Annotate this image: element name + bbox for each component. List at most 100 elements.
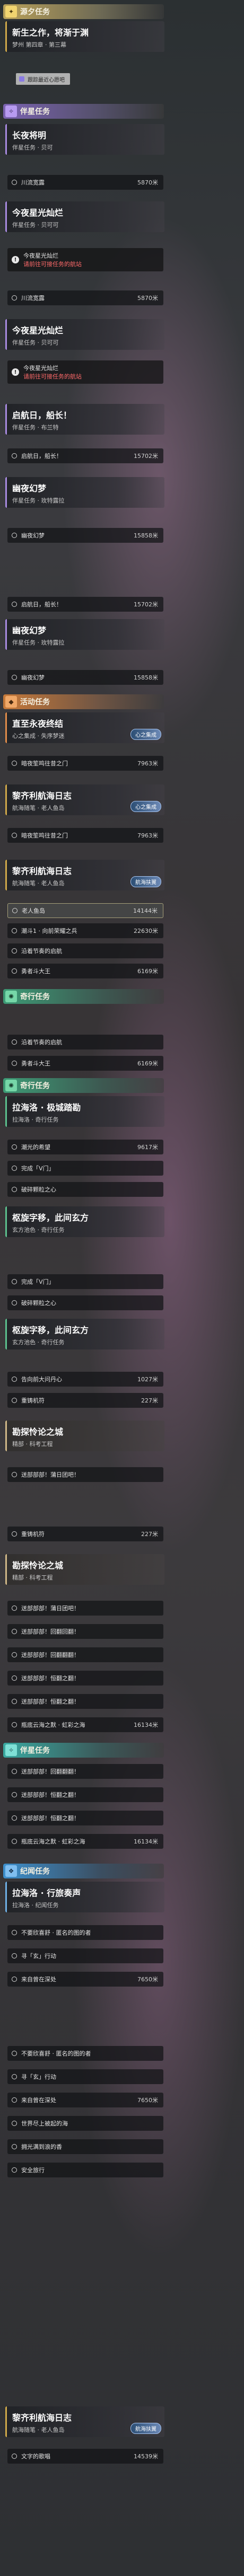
quest-card[interactable]: 枢旋字移，此间玄方 玄方池色 · 奇行任务 <box>5 1319 164 1349</box>
section-header-main[interactable]: ✦ 源夕任务 <box>3 4 164 19</box>
objective-row[interactable]: 文字的歌唱 14539米 <box>7 2449 163 2464</box>
objective-text: 勇者斗大王 <box>21 968 50 975</box>
objective-row[interactable]: 瓶底云海之默 · 虹彩之海 16134米 <box>7 1834 163 1849</box>
objective-row[interactable]: 安全旅行 <box>7 2163 163 2177</box>
objective-text: 重铸机符 <box>21 1397 45 1404</box>
section-header-odyssey[interactable]: ✺ 奇行任务 <box>3 1078 164 1093</box>
quest-title: 拉海洛 · 极城踏勘 <box>12 1102 81 1113</box>
section-header-odyssey[interactable]: ✺ 奇行任务 <box>3 989 164 1004</box>
objective-row[interactable]: 来自曾在深处 7650米 <box>7 2093 163 2107</box>
objective-circle-icon <box>12 1792 17 1797</box>
objective-distance: 16134米 <box>134 1838 158 1845</box>
objective-text: 不要欣喜舒 · 匿名的图的者 <box>21 1929 91 1936</box>
objective-row[interactable]: 送部部部！恒翻之翻！ <box>7 1694 163 1709</box>
objective-circle-icon <box>12 1531 17 1537</box>
objective-row[interactable]: 勇者斗大王 6169米 <box>7 964 163 978</box>
objective-row[interactable]: 不要欣喜舒 · 匿名的图的者 <box>7 2046 163 2061</box>
quest-card[interactable]: 今夜星光灿烂 伴星任务 · 贝可可 <box>5 201 164 232</box>
objective-row[interactable]: 瓶底云海之默 · 虹彩之海 16134米 <box>7 1717 163 1732</box>
objective-distance: 6169米 <box>137 968 158 975</box>
section-title: 活动任务 <box>20 698 50 707</box>
objective-text: 世界尽上被起的海 <box>21 2120 68 2127</box>
quest-card[interactable]: 黎齐利航海日志 航海随笔 · 老人鱼岛 航海扶翼 <box>5 860 164 890</box>
objective-row[interactable]: 告向前大问丹心 1027米 <box>7 1372 163 1387</box>
objective-row[interactable]: 送部部部！回翻回翻！ <box>7 1624 163 1639</box>
objective-row[interactable]: 启航日，船长！ 15702米 <box>7 597 163 612</box>
objective-distance: 15702米 <box>134 601 158 608</box>
section-header-companion[interactable]: ✧ 伴星任务 <box>3 1743 164 1758</box>
objective-row[interactable]: 寻「玄」行动 <box>7 2069 163 2084</box>
quest-card[interactable]: 黎齐利航海日志 航海随笔 · 老人鱼岛 心之集成 <box>5 784 164 815</box>
objective-circle-icon <box>12 2051 17 2056</box>
objective-text: 送部部部！恒翻之翻！ <box>21 1675 80 1682</box>
quest-card[interactable]: 拉海洛 · 极城踏勘 拉海洛 · 奇行任务 <box>5 1096 164 1127</box>
objective-text: 幽夜幻梦 <box>21 674 45 681</box>
objective-distance: 5870米 <box>137 295 158 302</box>
objective-circle-icon <box>12 1472 17 1477</box>
objective-row[interactable]: 重铸机符 227米 <box>7 1393 163 1408</box>
quest-title: 启航日，船长！ <box>12 410 72 420</box>
objective-row[interactable]: 拥光满到浪的香 <box>7 2139 163 2154</box>
tracking-hint[interactable]: 跟踪最近心愿吧 <box>16 73 70 85</box>
objective-circle-icon <box>12 2121 17 2126</box>
quest-card[interactable]: 拉海洛 · 行旅奏声 拉海洛 · 纪闻任务 <box>5 1882 164 1912</box>
objective-row[interactable]: 勇者斗大王 6169米 <box>7 1056 163 1071</box>
objective-row[interactable]: 送部部部！回翻翻翻！ <box>7 1647 163 1662</box>
objective-row[interactable]: 潮光的希望 9617米 <box>7 1140 163 1154</box>
objective-row[interactable]: 送部部部！恒翻之翻！ <box>7 1811 163 1825</box>
section-header-lore[interactable]: ❖ 纪闻任务 <box>3 1864 164 1878</box>
objective-text: 川流宽露 <box>21 179 45 186</box>
quest-subtitle: 伴星任务 · 玫特露拉 <box>12 497 65 504</box>
objective-row[interactable]: 幽夜幻梦 15858米 <box>7 528 163 543</box>
objective-circle-icon <box>12 2454 17 2459</box>
objective-row[interactable]: 不要欣喜舒 · 匿名的图的者 <box>7 1925 163 1940</box>
quest-card[interactable]: 启航日，船长！ 伴星任务 · 布兰特 <box>5 404 164 435</box>
quest-card[interactable]: 长夜将明 伴星任务 · 贝可 <box>5 124 164 155</box>
objective-row[interactable]: 破碎颗粒之心 <box>7 1295 163 1310</box>
objective-row[interactable]: 送部部部！蒲日团吧！ <box>7 1467 163 1482</box>
objective-row[interactable]: 完成「V门」 <box>7 1161 163 1176</box>
objective-row[interactable]: 送部部部！恒翻之翻！ <box>7 1671 163 1686</box>
quest-card[interactable]: 枢旋字移，此间玄方 玄方池色 · 奇行任务 <box>5 1206 164 1237</box>
objective-row[interactable]: 沿着节奏的启航 <box>7 943 163 958</box>
objective-text: 启航日，船长！ <box>21 453 62 460</box>
section-header-activity[interactable]: ◆ 活动任务 <box>3 694 164 709</box>
objective-circle-icon <box>12 1166 17 1171</box>
quest-card[interactable]: 今夜星光灿烂 伴星任务 · 贝可可 <box>5 319 164 350</box>
section-header-companion[interactable]: ✧ 伴星任务 <box>3 104 164 119</box>
objective-row[interactable]: 暗夜笙鸣往昔之门 7963米 <box>7 828 163 843</box>
objective-row[interactable]: 重铸机符 227米 <box>7 1527 163 1541</box>
quest-card[interactable]: 勘探怜论之城 精部 · 科考工程 <box>5 1421 164 1451</box>
quest-card[interactable]: 直至永夜终结 心之集成 · 失序梦迷 心之集成 <box>5 712 164 743</box>
objective-row[interactable]: 幽夜幻梦 15858米 <box>7 670 163 685</box>
objective-row[interactable]: 暗夜笙鸣往昔之门 7963米 <box>7 756 163 771</box>
quest-card[interactable]: 黎齐利航海日志 航海随笔 · 老人鱼岛 航海扶翼 <box>5 2406 164 2437</box>
quest-title: 枢旋字移，此间玄方 <box>12 1325 89 1335</box>
objective-text: 寻「玄」行动 <box>21 2074 56 2080</box>
objective-row[interactable]: 送部部部！蒲日团吧！ <box>7 1601 163 1616</box>
objective-row[interactable]: 送部部部！恒翻之翻！ <box>7 1787 163 1802</box>
quest-title: 新生之作，将渐于渊 <box>12 28 89 38</box>
objective-row[interactable]: 老人鱼岛 14144米 <box>7 903 163 918</box>
objective-circle-icon <box>12 1144 17 1150</box>
objective-distance: 9617米 <box>137 1144 158 1151</box>
objective-row[interactable]: 潮斗1 · 向前荣耀之兵 22630米 <box>7 923 163 938</box>
objective-row[interactable]: 送部部部！回翻翻翻！ <box>7 1764 163 1779</box>
quest-card[interactable]: 幽夜幻梦 伴星任务 · 玫特露拉 <box>5 477 164 508</box>
objective-row[interactable]: 世界尽上被起的海 <box>7 2116 163 2131</box>
quest-card[interactable]: 新生之作，将渐于渊 梦州 第四章 · 第三幕 <box>5 21 164 52</box>
objective-row[interactable]: 沿着节奏的启航 <box>7 1035 163 1049</box>
objective-row[interactable]: 川流宽露 5870米 <box>7 290 163 305</box>
objective-row[interactable]: 完成「V门」 <box>7 1274 163 1289</box>
quest-card[interactable]: 勘探怜论之城 精部 · 科考工程 <box>5 1554 164 1585</box>
warning-icon: ! <box>12 368 19 376</box>
objective-row[interactable]: 川流宽露 5870米 <box>7 175 163 190</box>
objective-row[interactable]: 启航日，船长！ 15702米 <box>7 448 163 463</box>
quest-card[interactable]: 幽夜幻梦 伴星任务 · 玫特露拉 <box>5 619 164 650</box>
objective-row[interactable]: 破碎颗粒之心 <box>7 1182 163 1197</box>
objective-row[interactable]: 来自曾在深处 7650米 <box>7 1972 163 1987</box>
quest-badge: 心之集成 <box>130 729 161 740</box>
quest-title: 拉海洛 · 行旅奏声 <box>12 1888 81 1898</box>
objective-row[interactable]: 寻「玄」行动 <box>7 1948 163 1963</box>
objective-text: 勇者斗大王 <box>21 1060 50 1067</box>
